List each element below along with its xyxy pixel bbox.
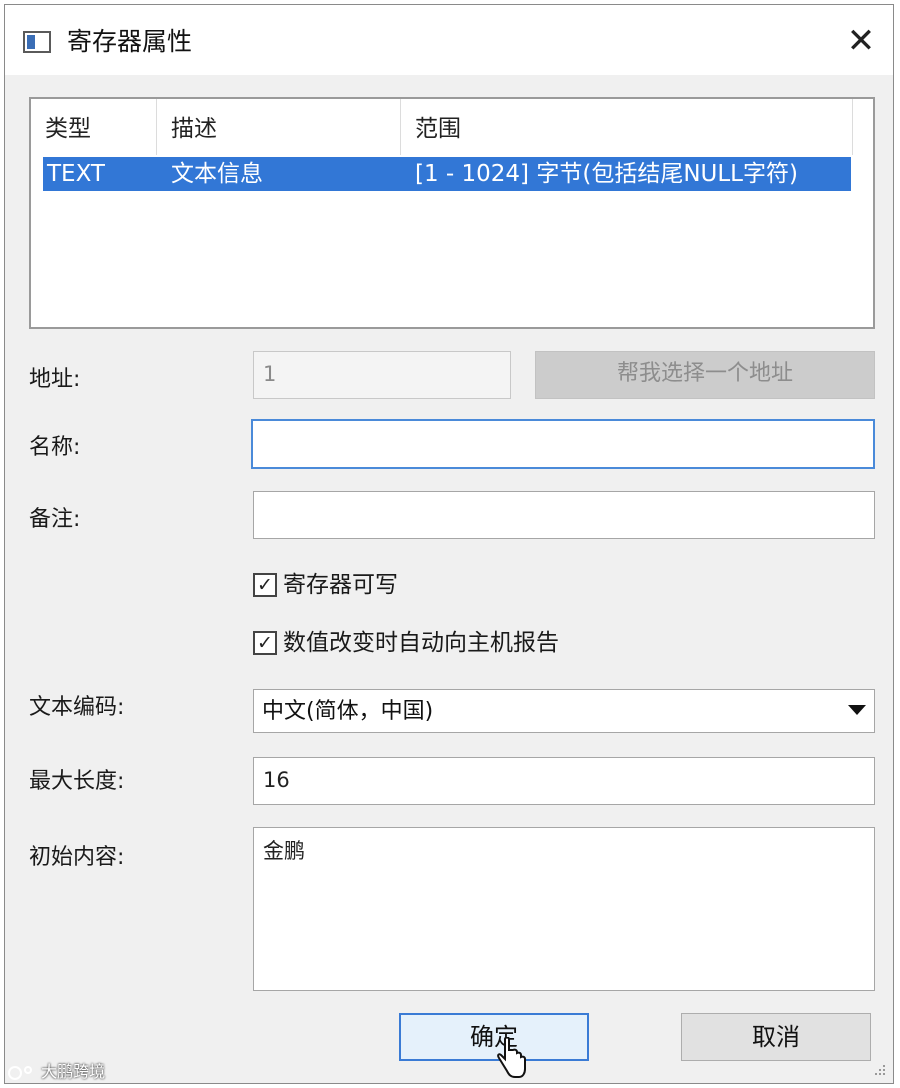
ok-button[interactable]: 确定 [399,1013,589,1061]
cell-description: 文本信息 [171,161,263,187]
cancel-button[interactable]: 取消 [681,1013,871,1061]
remark-field[interactable] [253,491,875,539]
name-field[interactable] [251,419,875,469]
table-row[interactable]: TEXT 文本信息 [1 - 1024] 字节(包括结尾NULL字符) [43,157,851,191]
column-header-range[interactable]: 范围 [401,99,853,155]
column-header-description[interactable]: 描述 [157,99,401,155]
register-properties-dialog: 寄存器属性 ✕ 类型 描述 范围 TEXT 文本信息 [1 - 1024] 字节… [4,4,894,1084]
column-header-type[interactable]: 类型 [31,99,157,155]
window-app-icon [23,31,51,53]
watermark: 大鹏跨境 [8,1058,105,1082]
max-length-label: 最大长度: [29,769,125,794]
auto-report-checkbox[interactable]: ✓ [253,631,277,655]
address-field[interactable]: 1 [253,351,511,399]
cell-range: [1 - 1024] 字节(包括结尾NULL字符) [415,161,798,187]
watermark-text: 大鹏跨境 [41,1062,106,1081]
initial-content-label: 初始内容: [29,845,125,870]
encoding-selected-value: 中文(简体，中国) [262,699,434,724]
dialog-title: 寄存器属性 [67,27,193,56]
auto-report-checkbox-label[interactable]: 数值改变时自动向主机报告 [283,627,559,659]
max-length-field[interactable]: 16 [253,757,875,805]
close-icon[interactable]: ✕ [839,19,883,63]
writable-checkbox-label[interactable]: 寄存器可写 [283,569,398,601]
writable-checkbox[interactable]: ✓ [253,573,277,597]
encoding-label: 文本编码: [29,695,125,720]
watermark-logo-icon [8,1065,32,1080]
chevron-down-icon[interactable] [848,705,866,715]
name-label: 名称: [29,435,81,460]
table-header: 类型 描述 范围 [31,99,873,155]
address-label: 地址: [29,367,81,392]
encoding-select[interactable]: 中文(简体，中国) [253,689,875,733]
remark-label: 备注: [29,507,81,532]
title-bar: 寄存器属性 ✕ [5,5,893,75]
initial-content-field[interactable]: 金鹏 [253,827,875,991]
cell-type: TEXT [47,161,105,187]
resize-grip-icon[interactable] [871,1061,887,1077]
register-type-table[interactable]: 类型 描述 范围 TEXT 文本信息 [1 - 1024] 字节(包括结尾NUL… [29,97,875,329]
pick-address-button[interactable]: 帮我选择一个地址 [535,351,875,399]
mouse-pointer-icon [497,1037,526,1078]
